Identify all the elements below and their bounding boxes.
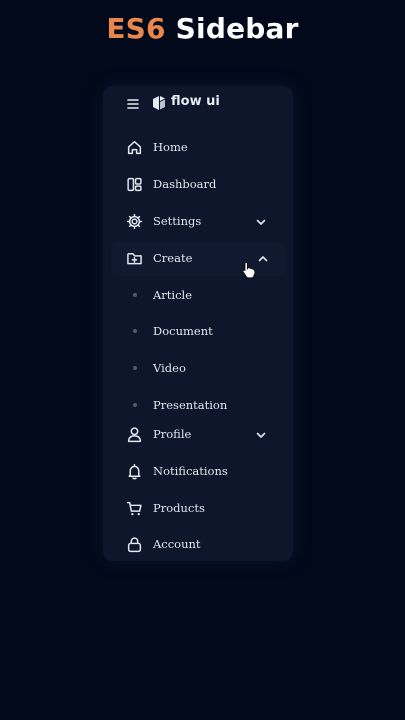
home-icon (127, 140, 142, 155)
sidebar-item-home[interactable]: Home (103, 131, 293, 165)
gear-icon (126, 213, 143, 230)
sidebar-item-create[interactable]: Create (111, 242, 285, 276)
sidebar-item-label: Dashboard (153, 177, 217, 191)
submenu-item-label: Article (153, 288, 193, 302)
cart-icon (126, 501, 142, 516)
sidebar-item-dashboard[interactable]: Dashboard (103, 168, 293, 202)
bell-icon (128, 463, 141, 480)
folder-plus-icon (127, 252, 142, 265)
hand-pointer-cursor-icon (242, 261, 256, 279)
user-icon (127, 427, 142, 443)
sidebar-item-account[interactable]: Account (103, 528, 293, 562)
page-title-accent: ES6 (106, 12, 166, 45)
sidebar-item-label: Notifications (153, 464, 228, 478)
page-title-rest: Sidebar (165, 12, 299, 45)
submenu-item-video[interactable]: Video (103, 353, 293, 383)
dashboard-icon (127, 177, 142, 192)
chevron-up-icon (258, 256, 268, 262)
sidebar: flow ui Home Dashboard Settings Create A… (103, 86, 293, 561)
sidebar-item-label: Products (153, 501, 205, 515)
submenu-item-label: Document (153, 324, 213, 338)
bullet-dot-icon (133, 366, 137, 370)
page-title: ES6 Sidebar (0, 12, 405, 45)
bullet-dot-icon (133, 329, 137, 333)
hamburger-menu-icon[interactable] (125, 96, 141, 112)
sidebar-item-settings[interactable]: Settings (103, 205, 293, 239)
chevron-down-icon (256, 432, 266, 438)
sidebar-header: flow ui (103, 86, 293, 122)
submenu-item-document[interactable]: Document (103, 316, 293, 346)
sidebar-item-products[interactable]: Products (103, 492, 293, 526)
sidebar-item-label: Settings (153, 214, 202, 228)
chevron-down-icon (256, 219, 266, 225)
sidebar-item-label: Home (153, 140, 188, 154)
flow-ui-logo-icon (153, 96, 165, 110)
sidebar-item-notifications[interactable]: Notifications (103, 455, 293, 489)
submenu-item-label: Video (153, 361, 186, 375)
sidebar-item-label: Create (153, 251, 193, 265)
submenu-item-label: Presentation (153, 398, 228, 412)
brand-name: flow ui (171, 94, 220, 109)
submenu-item-article[interactable]: Article (103, 280, 293, 310)
sidebar-item-profile[interactable]: Profile (103, 418, 293, 452)
sidebar-item-label: Account (153, 537, 201, 551)
bullet-dot-icon (133, 293, 137, 297)
lock-icon (127, 537, 142, 553)
bullet-dot-icon (133, 403, 137, 407)
sidebar-item-label: Profile (153, 427, 192, 441)
submenu-item-presentation[interactable]: Presentation (103, 390, 293, 420)
